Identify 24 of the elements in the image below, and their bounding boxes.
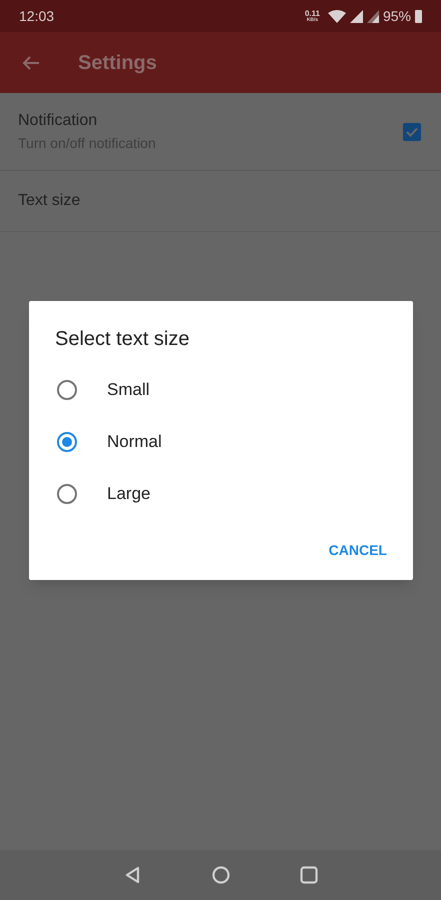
signal-icon [366,10,379,22]
radio-button[interactable] [57,380,77,400]
home-icon[interactable] [212,866,230,884]
recents-icon[interactable] [300,866,318,884]
wifi-icon [328,10,346,22]
option-label: Normal [107,431,162,454]
back-icon[interactable] [124,866,142,884]
option-label: Small [107,379,150,402]
screen-title: Settings [78,50,157,76]
radio-button[interactable] [57,432,77,452]
battery-icon [415,10,422,22]
radio-option[interactable]: Small [29,364,413,416]
radio-button[interactable] [57,484,77,504]
back-arrow-icon[interactable] [22,54,40,70]
signal-icon [350,10,363,22]
cancel-button[interactable]: CANCEL [320,532,395,569]
status-time: 12:03 [19,6,54,26]
checkbox[interactable] [403,122,421,140]
net-speed: 0.11 [304,10,320,18]
radio-option[interactable]: Large [29,468,413,520]
battery-level: 95% [382,6,411,26]
radio-option[interactable]: Normal [29,416,413,468]
option-label: Large [107,483,150,506]
dialog-title: Select text size [55,327,191,352]
